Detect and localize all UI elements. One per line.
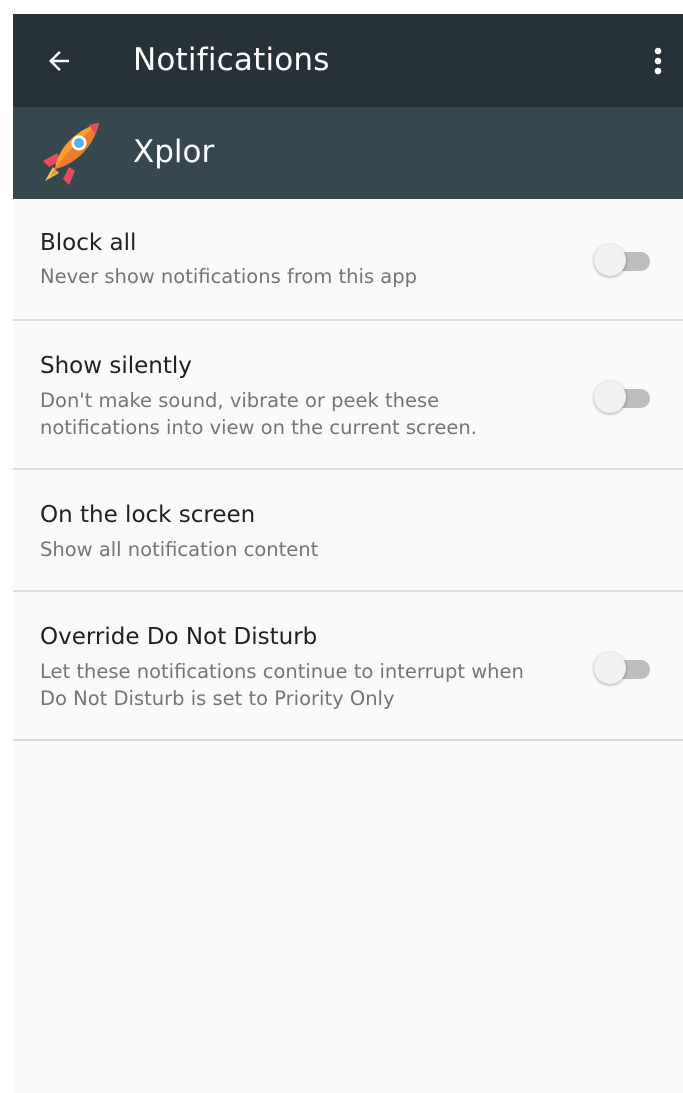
rocket-icon — [43, 123, 99, 185]
back-button[interactable] — [31, 38, 87, 84]
setting-subtitle: Let these notifications continue to inte… — [40, 660, 524, 710]
setting-override-dnd[interactable]: Override Do Not Disturb Let these notifi… — [13, 592, 683, 741]
overflow-menu-button[interactable] — [643, 40, 673, 82]
toolbar: Notifications — [13, 14, 683, 107]
override-dnd-toggle[interactable] — [594, 650, 652, 684]
setting-block-all[interactable]: Block all Never show notifications from … — [13, 199, 683, 321]
toggle-thumb — [594, 381, 626, 413]
setting-subtitle: Don't make sound, vibrate or peek these … — [40, 389, 477, 439]
setting-title: Override Do Not Disturb — [40, 624, 318, 650]
arrow-back-icon — [49, 51, 69, 71]
setting-lock-screen[interactable]: On the lock screen Show all notification… — [13, 470, 683, 592]
setting-title: On the lock screen — [40, 502, 256, 528]
notifications-screen: Notifications Xplor Block all Never show… — [13, 14, 683, 1093]
setting-title: Show silently — [40, 353, 192, 379]
toggle-thumb — [594, 244, 626, 276]
toggle-thumb — [594, 652, 626, 684]
settings-list: Block all Never show notifications from … — [13, 199, 683, 741]
setting-subtitle: Show all notification content — [40, 538, 319, 561]
page-title: Notifications — [133, 42, 330, 78]
setting-show-silently[interactable]: Show silently Don't make sound, vibrate … — [13, 321, 683, 470]
setting-subtitle: Never show notifications from this app — [40, 265, 418, 288]
app-header: Xplor — [13, 107, 683, 199]
show-silently-toggle[interactable] — [594, 379, 652, 413]
setting-title: Block all — [40, 230, 137, 256]
app-name: Xplor — [133, 134, 215, 170]
block-all-toggle[interactable] — [594, 242, 652, 276]
more-vert-icon — [654, 47, 662, 75]
